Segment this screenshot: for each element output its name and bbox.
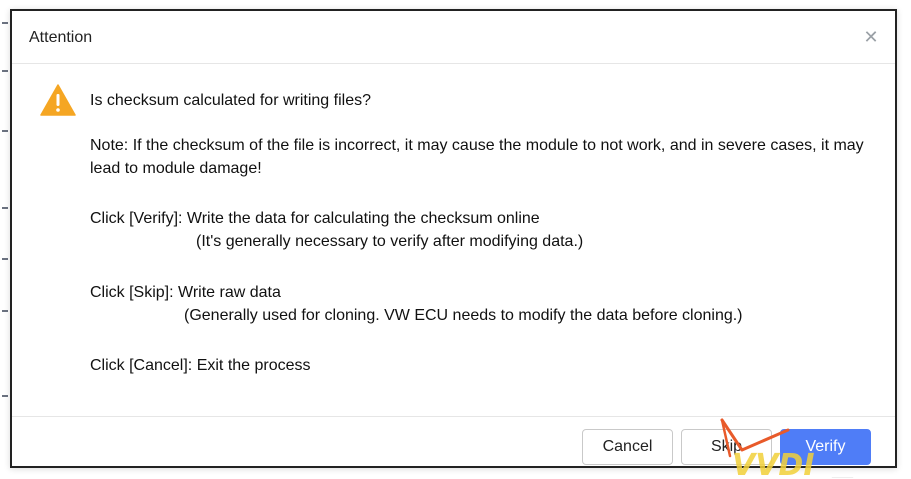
cancel-description: Click [Cancel]: Exit the process	[90, 357, 311, 374]
skip-button[interactable]: Skip	[681, 429, 772, 465]
dialog-title-bar: Attention ✕	[12, 11, 895, 64]
note-text: Note: If the checksum of the file is inc…	[90, 137, 864, 177]
skip-description: Click [Skip]: Write raw data	[90, 284, 281, 301]
dialog-title: Attention	[29, 29, 93, 46]
background-window-edge	[0, 0, 10, 479]
background-tick	[2, 310, 8, 312]
background-tick	[2, 258, 8, 260]
cancel-button[interactable]: Cancel	[582, 429, 673, 465]
screen: Attention ✕ Is checksum calculated for w…	[0, 0, 911, 479]
background-tick	[2, 395, 8, 397]
background-tick	[2, 22, 8, 24]
dialog-footer: Cancel Skip Verify	[12, 416, 895, 466]
background-tick	[2, 70, 8, 72]
verify-button[interactable]: Verify	[780, 429, 871, 465]
background-tick	[2, 207, 8, 209]
question-text: Is checksum calculated for writing files…	[90, 92, 371, 109]
background-tick	[2, 130, 8, 132]
verify-description: Click [Verify]: Write the data for calcu…	[90, 210, 540, 227]
warning-icon	[40, 84, 76, 116]
attention-dialog: Attention ✕ Is checksum calculated for w…	[10, 9, 897, 468]
close-icon[interactable]: ✕	[861, 27, 881, 47]
verify-subnote: (It's generally necessary to verify afte…	[196, 233, 584, 250]
skip-subnote: (Generally used for cloning. VW ECU need…	[184, 307, 743, 324]
